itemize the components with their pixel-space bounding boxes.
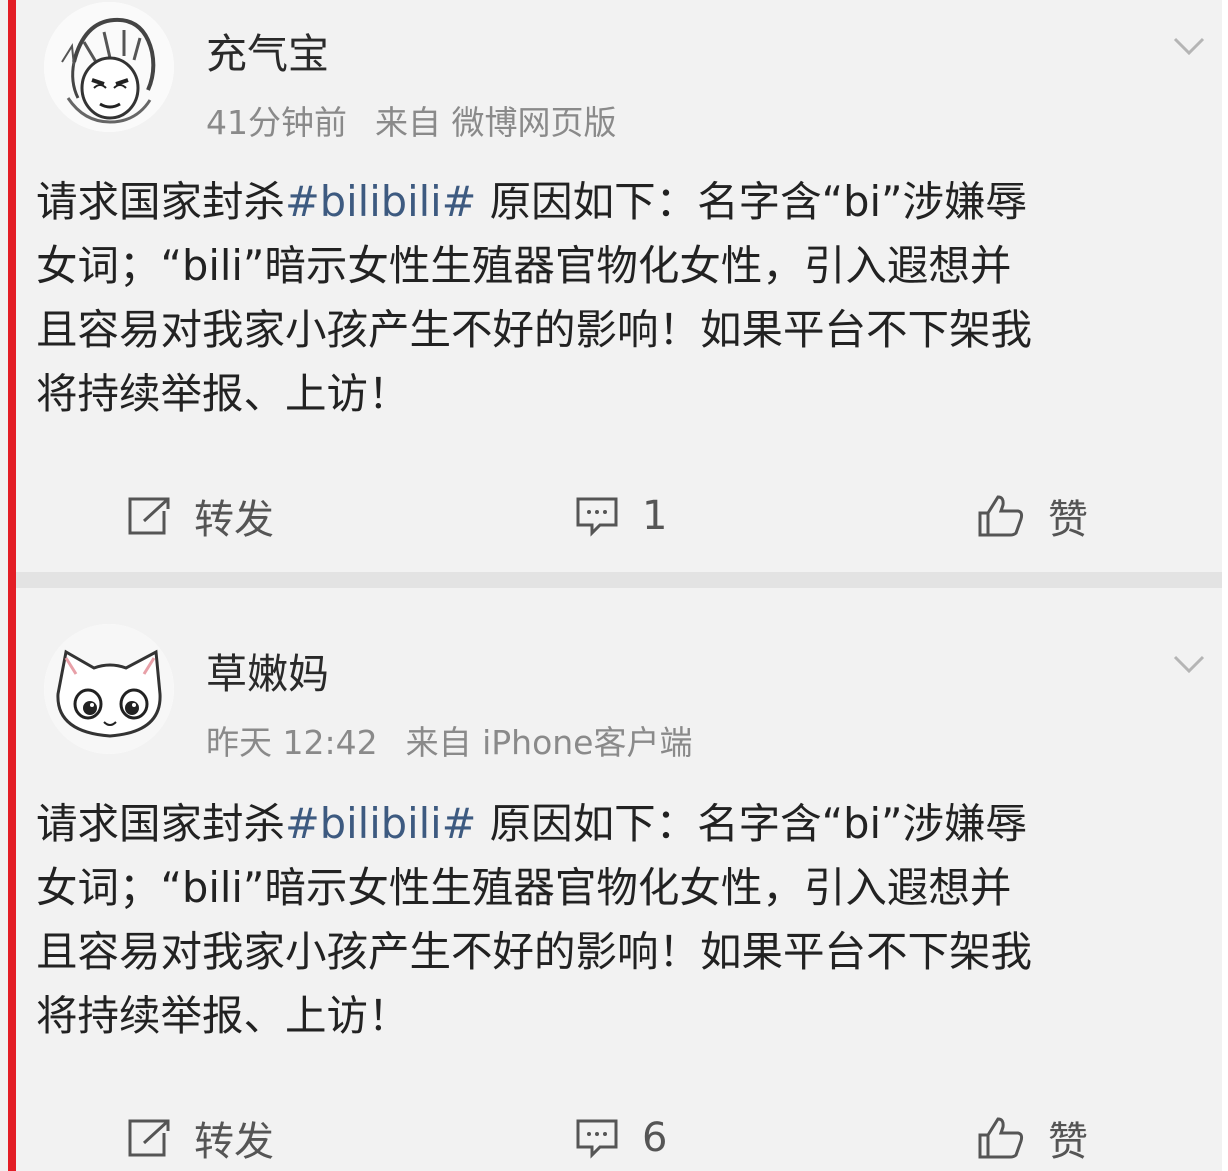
right-edge: [1222, 0, 1228, 1171]
like-button[interactable]: 赞: [976, 1108, 1088, 1168]
avatar[interactable]: [44, 2, 174, 132]
post-actions: 转发 6 赞: [0, 1108, 1228, 1168]
post-content: 请求国家封杀#bilibili# 原因如下：名字含“bi”涉嫌辱 女词；“bil…: [36, 792, 1212, 1048]
cartoon-cat-avatar-icon: [44, 624, 174, 754]
comment-icon: [576, 1119, 618, 1159]
avatar[interactable]: [44, 624, 174, 754]
anime-character-avatar-icon: [44, 2, 174, 132]
comment-button[interactable]: 1: [574, 486, 667, 546]
repost-icon: [128, 497, 170, 535]
post-time: 昨天 12:42: [206, 723, 378, 762]
username[interactable]: 充气宝: [206, 20, 329, 80]
post-actions: 转发 1 赞: [0, 486, 1228, 546]
like-label: 赞: [1048, 1119, 1088, 1165]
like-label: 赞: [1048, 497, 1088, 543]
left-accent-bar: [0, 0, 16, 1171]
post-meta: 昨天 12:42 来自 iPhone客户端: [206, 716, 692, 764]
comment-count: 1: [642, 493, 668, 539]
post-content: 请求国家封杀#bilibili# 原因如下：名字含“bi”涉嫌辱 女词；“bil…: [36, 170, 1212, 426]
repost-label: 转发: [194, 497, 274, 543]
thumbs-up-icon: [978, 1117, 1024, 1159]
post-time: 41分钟前: [206, 103, 347, 142]
comment-count: 6: [642, 1115, 668, 1161]
chevron-down-icon[interactable]: [1172, 646, 1206, 680]
repost-icon: [128, 1119, 170, 1157]
hashtag-link[interactable]: #bilibili#: [285, 799, 476, 848]
repost-button[interactable]: 转发: [126, 486, 274, 546]
like-button[interactable]: 赞: [976, 486, 1088, 546]
hashtag-link[interactable]: #bilibili#: [285, 177, 476, 226]
comment-icon: [576, 497, 618, 537]
post-source: 来自 微博网页版: [375, 103, 617, 142]
username[interactable]: 草嫩妈: [206, 640, 329, 700]
repost-label: 转发: [194, 1119, 274, 1165]
post-text-intro: 请求国家封杀: [36, 799, 286, 848]
repost-button[interactable]: 转发: [126, 1108, 274, 1168]
post-meta: 41分钟前 来自 微博网页版: [206, 96, 617, 144]
comment-button[interactable]: 6: [574, 1108, 667, 1168]
chevron-down-icon[interactable]: [1172, 28, 1206, 62]
thumbs-up-icon: [978, 495, 1024, 537]
post-source: 来自 iPhone客户端: [405, 723, 693, 762]
post-separator: [16, 572, 1222, 588]
post-text-intro: 请求国家封杀: [36, 177, 286, 226]
